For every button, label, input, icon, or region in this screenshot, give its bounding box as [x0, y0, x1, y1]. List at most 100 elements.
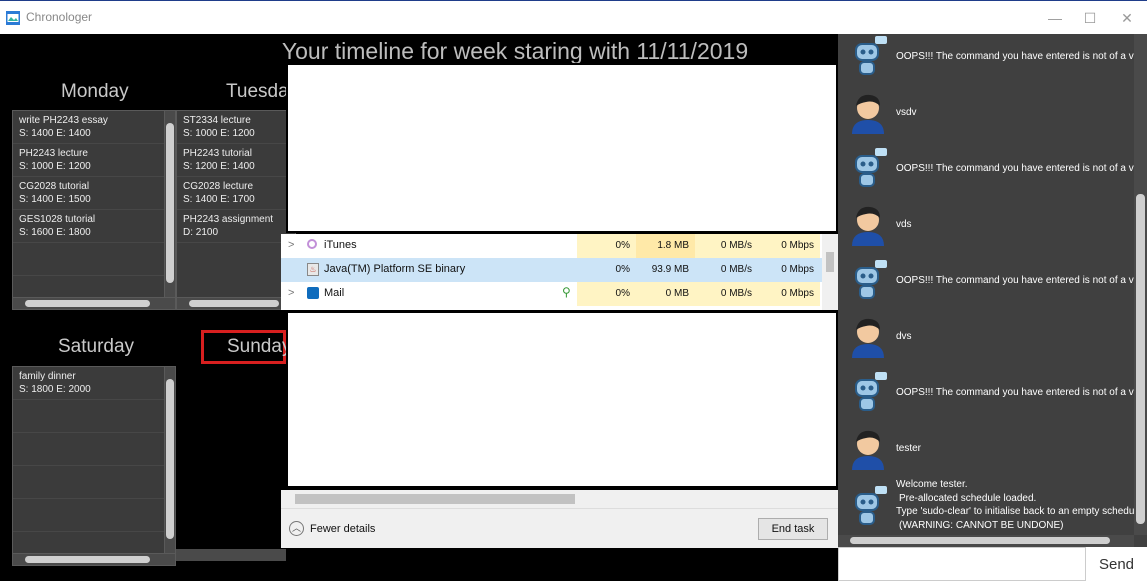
task-name: family dinner [19, 371, 76, 382]
day-label-sunday: Sunday [227, 336, 292, 357]
memory-value: 0 MB [636, 282, 695, 306]
task-item[interactable]: ST2334 lecture S: 1000 E: 1200 [177, 111, 295, 144]
task-manager-blank-region [286, 311, 838, 488]
task-item[interactable]: CG2028 tutorial S: 1400 E: 1500 [13, 177, 175, 210]
task-item[interactable]: family dinner S: 1800 E: 2000 [13, 367, 175, 400]
user-avatar-icon [852, 430, 884, 470]
send-button[interactable]: Send [1086, 547, 1147, 581]
welcome-line: (WARNING: CANNOT BE UNDONE) [899, 519, 1064, 531]
task-time: S: 1400 E: 1700 [183, 194, 255, 205]
tuesday-task-list[interactable]: ST2334 lecture S: 1000 E: 1200 PH2243 tut… [176, 110, 296, 310]
end-task-button[interactable]: End task [758, 518, 828, 540]
saturday-task-list[interactable]: family dinner S: 1800 E: 2000 [12, 366, 176, 566]
chevron-up-icon[interactable]: ︿ [289, 521, 304, 536]
chat-message-text: vds [896, 218, 912, 230]
process-name: Mail [324, 287, 345, 299]
chat-message-text: tester [896, 442, 922, 454]
chat-vertical-scrollbar[interactable] [1134, 34, 1147, 535]
chat-message-text: OOPS!!! The command you have entered is … [896, 274, 1146, 286]
task-name: PH2243 tutorial [183, 148, 252, 159]
task-item[interactable]: GES1028 tutorial S: 1600 E: 1800 [13, 210, 175, 243]
robot-avatar-icon [855, 486, 887, 525]
chat-message-user: vds [838, 196, 1147, 252]
empty-row [13, 400, 175, 433]
task-item[interactable]: PH2243 lecture S: 1000 E: 1200 [13, 144, 175, 177]
task-item[interactable]: PH2243 tutorial S: 1200 E: 1400 [177, 144, 295, 177]
day-label-monday: Monday [61, 81, 129, 102]
maximize-button[interactable]: ☐ [1075, 6, 1105, 30]
expand-chevron-icon[interactable]: > [288, 287, 294, 299]
efficiency-leaf-icon: ⚲ [562, 285, 571, 299]
vertical-scrollbar[interactable] [164, 111, 175, 297]
task-time: S: 1000 E: 1200 [19, 161, 91, 172]
task-manager-horizontal-scrollbar[interactable] [281, 490, 838, 508]
chat-message-bot: OOPS!!! The command you have entered is … [838, 364, 1147, 420]
vertical-scrollbar[interactable] [164, 367, 175, 553]
chat-message-user: dvs [838, 308, 1147, 364]
disk-value: 0 MB/s [695, 282, 758, 306]
empty-row [13, 466, 175, 499]
user-avatar-icon [852, 206, 884, 246]
cpu-value: 0% [615, 264, 630, 275]
process-list-scrollbar[interactable] [822, 234, 838, 310]
chat-message-bot: OOPS!!! The command you have entered is … [838, 34, 1147, 84]
chat-message-bot: OOPS!!! The command you have entered is … [838, 140, 1147, 196]
chat-message-text: OOPS!!! The command you have entered is … [896, 386, 1146, 398]
chat-horizontal-scrollbar[interactable] [838, 535, 1134, 547]
welcome-line: Welcome tester. [896, 479, 968, 490]
memory-value: 93.9 MB [651, 264, 689, 275]
network-value: 0 Mbps [758, 282, 820, 306]
chat-message-text: dvs [896, 330, 912, 342]
process-name: Java(TM) Platform SE binary [324, 263, 466, 275]
horizontal-scrollbar[interactable] [13, 297, 175, 309]
chat-message-user: vsdv [838, 84, 1147, 140]
timeline-title: Your timeline for week staring with 11/1… [281, 38, 749, 64]
process-row[interactable]: > Mail ⚲ 0% 0 MB 0 MB/s 0 Mbps [281, 282, 838, 306]
task-name: GES1028 tutorial [19, 214, 96, 225]
day-label-saturday: Saturday [58, 336, 135, 357]
minimize-button[interactable]: — [1040, 6, 1070, 30]
monday-task-list[interactable]: write PH2243 essay S: 1400 E: 1400 PH2243… [12, 110, 176, 310]
process-row[interactable]: > iTunes 0% 1.8 MB 0 MB/s 0 Mbps [281, 234, 838, 258]
disk-value: 0 MB/s [720, 264, 752, 275]
disk-value: 0 MB/s [695, 234, 758, 258]
chat-message-bot-welcome: Welcome tester. Pre-allocated schedule l… [838, 476, 1147, 534]
mail-icon [307, 287, 319, 299]
welcome-line: Type 'sudo-clear' to initialise back to … [896, 506, 1136, 517]
task-time: S: 1600 E: 1800 [19, 227, 91, 238]
user-avatar-icon [852, 94, 884, 134]
task-name: CG2028 lecture [183, 181, 254, 192]
fewer-details-link[interactable]: Fewer details [310, 523, 375, 535]
task-name: write PH2243 essay [19, 115, 108, 126]
close-button[interactable]: ✕ [1112, 6, 1142, 30]
task-item[interactable]: write PH2243 essay S: 1400 E: 1400 [13, 111, 175, 144]
task-time: S: 1200 E: 1400 [183, 161, 255, 172]
task-time: S: 1800 E: 2000 [19, 384, 91, 395]
task-manager-process-list[interactable]: > iTunes 0% 1.8 MB 0 MB/s 0 Mbps ♨ Java(… [281, 234, 838, 310]
cpu-value: 0% [577, 282, 636, 306]
robot-avatar-icon [855, 372, 887, 411]
command-input[interactable] [838, 547, 1086, 581]
empty-row [13, 499, 175, 532]
task-time: S: 1000 E: 1200 [183, 128, 255, 139]
welcome-message: Welcome tester. Pre-allocated schedule l… [896, 478, 1136, 532]
empty-row [13, 433, 175, 466]
task-time: S: 1400 E: 1400 [19, 128, 91, 139]
task-item[interactable]: PH2243 assignment D: 2100 [177, 210, 295, 243]
process-row-selected[interactable]: ♨ Java(TM) Platform SE binary 0% 93.9 MB… [281, 258, 838, 282]
chat-message-user: tester [838, 420, 1147, 476]
itunes-icon [307, 239, 317, 249]
task-item[interactable]: CG2028 lecture S: 1400 E: 1700 [177, 177, 295, 210]
chat-message-text: OOPS!!! The command you have entered is … [896, 162, 1146, 174]
task-name: PH2243 lecture [19, 148, 88, 159]
sunday-horizontal-scrollbar[interactable] [176, 549, 286, 561]
chat-panel: OOPS!!! The command you have entered is … [838, 34, 1147, 547]
expand-chevron-icon[interactable]: > [288, 239, 294, 251]
horizontal-scrollbar[interactable] [177, 297, 295, 309]
welcome-line: Pre-allocated schedule loaded. [899, 492, 1037, 504]
empty-row [13, 243, 175, 276]
user-avatar-icon [852, 318, 884, 358]
chat-message-text: vsdv [896, 106, 917, 118]
task-manager-blank-region [286, 63, 838, 233]
horizontal-scrollbar[interactable] [13, 553, 175, 565]
